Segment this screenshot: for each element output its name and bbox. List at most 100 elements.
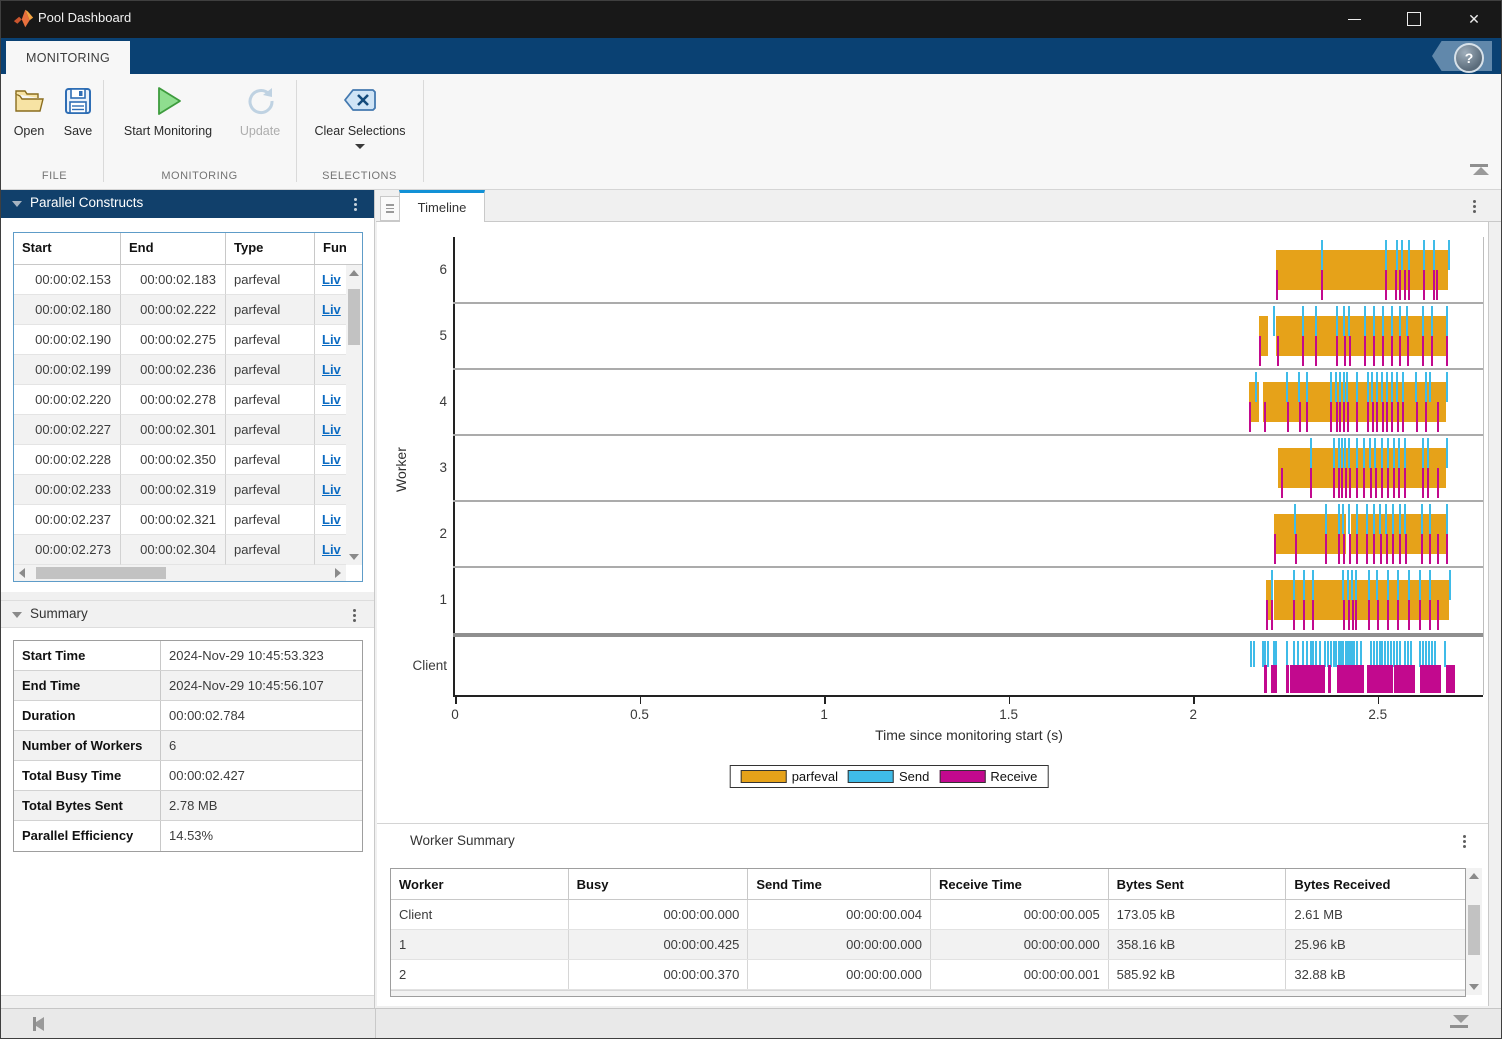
- row-separator: [453, 566, 1483, 568]
- send-tick: [1302, 641, 1304, 667]
- function-link[interactable]: Liv: [322, 332, 341, 347]
- table-row[interactable]: 100:00:00.42500:00:00.00000:00:00.000358…: [391, 930, 1465, 960]
- clear-selections-button[interactable]: Clear Selections: [305, 84, 415, 149]
- receive-tick: [1343, 534, 1345, 564]
- cell-end: 00:00:02.319: [121, 475, 226, 505]
- column-header-start[interactable]: Start: [14, 233, 121, 264]
- send-tick: [1376, 641, 1378, 667]
- table-row[interactable]: 00:00:02.23700:00:02.321parfevalLiv: [14, 505, 346, 535]
- send-tick: [1431, 306, 1433, 336]
- collapse-bottom-icon: [1453, 1015, 1469, 1023]
- column-header-send-time[interactable]: Send Time: [748, 869, 931, 899]
- summary-menu-button[interactable]: [346, 606, 362, 624]
- column-header-end[interactable]: End: [121, 233, 226, 264]
- scroll-right-button[interactable]: [330, 565, 346, 581]
- table-row[interactable]: 00:00:02.18000:00:02.222parfevalLiv: [14, 295, 346, 325]
- receive-tick: [1328, 665, 1331, 693]
- cell-end: 00:00:02.275: [121, 325, 226, 355]
- collapse-left-panel-button[interactable]: [33, 1016, 55, 1032]
- parallel-constructs-menu-button[interactable]: [347, 195, 363, 213]
- receive-tick: [1373, 534, 1375, 564]
- column-header-type[interactable]: Type: [226, 233, 315, 264]
- worker-summary-vscrollbar[interactable]: [1466, 868, 1482, 995]
- help-button[interactable]: ?: [1454, 43, 1484, 73]
- save-button[interactable]: Save: [56, 84, 100, 138]
- panel-collapse-icon[interactable]: [12, 612, 22, 618]
- close-button[interactable]: ✕: [1446, 0, 1502, 38]
- function-link[interactable]: Liv: [322, 512, 341, 527]
- receive-tick: [1310, 468, 1312, 498]
- parfeval-bar[interactable]: [1274, 514, 1346, 554]
- table-row[interactable]: 00:00:02.22000:00:02.278parfevalLiv: [14, 385, 346, 415]
- send-tick: [1315, 306, 1317, 336]
- receive-tick: [1366, 534, 1368, 564]
- function-link[interactable]: Liv: [322, 302, 341, 317]
- table-row[interactable]: 00:00:02.19900:00:02.236parfevalLiv: [14, 355, 346, 385]
- send-tick: [1449, 570, 1451, 600]
- collapse-ribbon-button[interactable]: [1470, 164, 1492, 182]
- function-link[interactable]: Liv: [322, 392, 341, 407]
- function-link[interactable]: Liv: [322, 482, 341, 497]
- parfeval-bar[interactable]: [1274, 580, 1449, 620]
- table-row[interactable]: 00:00:02.15300:00:02.183parfevalLiv: [14, 265, 346, 295]
- panel-splitter[interactable]: [374, 190, 375, 1008]
- scroll-up-button[interactable]: [1466, 868, 1482, 884]
- column-header-bytes-sent[interactable]: Bytes Sent: [1109, 869, 1287, 899]
- column-header-worker[interactable]: Worker: [391, 869, 569, 899]
- parallel-constructs-header[interactable]: Parallel Constructs: [0, 190, 375, 218]
- column-header-receive-time[interactable]: Receive Time: [931, 869, 1109, 899]
- table-row[interactable]: 00:00:02.22700:00:02.301parfevalLiv: [14, 415, 346, 445]
- constructs-vscrollbar[interactable]: [346, 265, 362, 565]
- row-separator: [453, 500, 1483, 502]
- receive-tick: [1427, 468, 1429, 498]
- function-link[interactable]: Liv: [322, 272, 341, 287]
- table-row[interactable]: Client00:00:00.00000:00:00.00400:00:00.0…: [391, 900, 1465, 930]
- send-tick: [1422, 306, 1424, 336]
- scroll-left-button[interactable]: [14, 565, 30, 581]
- hscroll-thumb[interactable]: [36, 567, 166, 579]
- send-tick: [1336, 306, 1338, 336]
- receive-tick: [1446, 336, 1448, 366]
- close-icon: ✕: [1468, 11, 1480, 28]
- scroll-down-button[interactable]: [346, 549, 362, 565]
- table-row[interactable]: 00:00:02.22800:00:02.350parfevalLiv: [14, 445, 346, 475]
- summary-header[interactable]: Summary: [0, 600, 374, 628]
- open-button[interactable]: Open: [6, 84, 52, 138]
- function-link[interactable]: Liv: [322, 542, 341, 557]
- function-link[interactable]: Liv: [322, 362, 341, 377]
- tab-monitoring[interactable]: MONITORING: [6, 41, 130, 74]
- table-row[interactable]: 00:00:02.23300:00:02.319parfevalLiv: [14, 475, 346, 505]
- tab-timeline[interactable]: Timeline: [399, 190, 485, 222]
- tab-drag-handle[interactable]: [380, 196, 400, 221]
- table-row[interactable]: 200:00:00.37000:00:00.00000:00:00.001585…: [391, 960, 1465, 990]
- timeline-menu-button[interactable]: [1466, 197, 1482, 215]
- chart-legend: parfevalSendReceive: [730, 765, 1049, 788]
- column-header-fun[interactable]: Fun: [315, 233, 346, 264]
- scroll-up-button[interactable]: [346, 265, 362, 281]
- vscroll-thumb[interactable]: [348, 289, 360, 345]
- receive-tick: [1345, 468, 1347, 498]
- start-monitoring-button[interactable]: Start Monitoring: [112, 84, 224, 138]
- parfeval-bar[interactable]: [1263, 382, 1446, 422]
- function-link[interactable]: Liv: [322, 422, 341, 437]
- receive-tick: [1446, 534, 1448, 564]
- minimize-button[interactable]: [1326, 0, 1382, 38]
- receive-tick: [1364, 336, 1366, 366]
- cell-end: 00:00:02.321: [121, 505, 226, 535]
- table-row[interactable]: 00:00:02.27300:00:02.304parfevalLiv: [14, 535, 346, 565]
- receive-tick: [1437, 468, 1439, 498]
- panel-collapse-icon[interactable]: [12, 201, 22, 207]
- table-row[interactable]: 00:00:02.19000:00:02.275parfevalLiv: [14, 325, 346, 355]
- maximize-button[interactable]: [1386, 0, 1442, 38]
- vscroll-thumb[interactable]: [1468, 905, 1480, 955]
- scroll-down-button[interactable]: [1466, 979, 1482, 995]
- column-header-bytes-received[interactable]: Bytes Received: [1286, 869, 1465, 899]
- collapse-bottom-panel-button[interactable]: [1450, 1015, 1472, 1033]
- receive-tick: [1397, 600, 1399, 630]
- column-header-busy[interactable]: Busy: [569, 869, 749, 899]
- function-link[interactable]: Liv: [322, 452, 341, 467]
- send-tick: [1355, 570, 1357, 600]
- constructs-hscrollbar[interactable]: [14, 565, 346, 581]
- send-tick: [1422, 641, 1424, 667]
- worker-summary-menu-button[interactable]: [1456, 832, 1472, 850]
